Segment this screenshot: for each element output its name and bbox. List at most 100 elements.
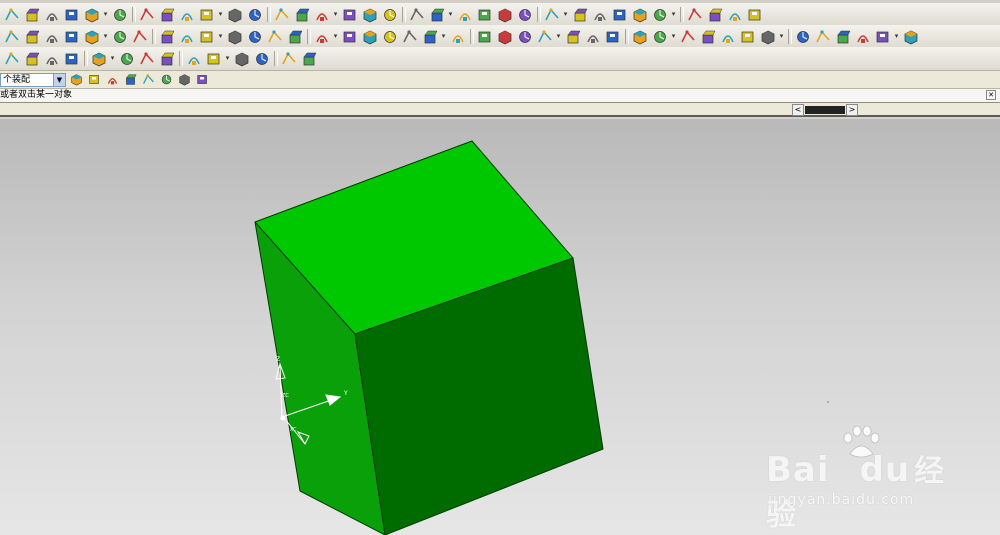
slot-icon[interactable] — [360, 27, 379, 46]
view-trimetric-icon[interactable] — [650, 5, 669, 24]
groove-icon[interactable] — [380, 27, 399, 46]
deselect-icon[interactable] — [158, 72, 174, 88]
chevron-down-icon[interactable]: ▼ — [53, 73, 65, 86]
simplify-icon[interactable] — [738, 27, 757, 46]
view-iso-icon[interactable] — [630, 5, 649, 24]
block-icon[interactable] — [177, 27, 196, 46]
revolve-icon[interactable] — [157, 27, 176, 46]
extract-icon[interactable] — [813, 27, 832, 46]
unite-icon[interactable] — [400, 27, 419, 46]
chevron-down-icon[interactable]: ▾ — [562, 5, 569, 24]
n-sided-icon[interactable] — [117, 49, 136, 68]
thicken-icon[interactable] — [678, 27, 697, 46]
mirror-icon[interactable] — [650, 27, 669, 46]
draft-icon[interactable] — [563, 27, 582, 46]
trim-body-icon[interactable] — [475, 27, 494, 46]
scroll-left-icon[interactable]: < — [792, 104, 804, 116]
close-icon[interactable]: ✕ — [986, 90, 996, 100]
ruled-icon[interactable] — [137, 49, 156, 68]
offset-curve-icon[interactable] — [42, 49, 61, 68]
scroll-right-icon[interactable]: > — [846, 104, 858, 116]
subtract-icon[interactable] — [420, 27, 439, 46]
redo-icon[interactable] — [110, 5, 129, 24]
swept-icon[interactable] — [89, 49, 108, 68]
tube-icon[interactable] — [853, 27, 872, 46]
edges-icon[interactable] — [360, 5, 379, 24]
patch-icon[interactable] — [718, 27, 737, 46]
quadrant-icon[interactable] — [495, 5, 514, 24]
bounded-plane-icon[interactable] — [157, 49, 176, 68]
pocket-icon[interactable] — [312, 27, 331, 46]
snap-face-icon[interactable] — [140, 72, 156, 88]
type-filter-select[interactable]: 个装配 ▼ — [0, 72, 66, 87]
cylinder-icon[interactable] — [197, 27, 216, 46]
move-face-icon[interactable] — [901, 27, 920, 46]
bridge-icon[interactable] — [279, 49, 298, 68]
copy-icon[interactable] — [42, 5, 61, 24]
curve-icon[interactable] — [2, 49, 21, 68]
sphere-icon[interactable] — [245, 27, 264, 46]
styled-icon[interactable] — [299, 49, 318, 68]
chevron-down-icon[interactable]: ▾ — [217, 5, 224, 24]
boss-icon[interactable] — [285, 27, 304, 46]
sew-icon[interactable] — [698, 27, 717, 46]
select-box-icon[interactable] — [176, 72, 192, 88]
shell-icon[interactable] — [535, 27, 554, 46]
rotate-icon[interactable] — [272, 5, 291, 24]
split-icon[interactable] — [793, 27, 812, 46]
measure-distance-icon[interactable] — [515, 5, 534, 24]
arc-icon[interactable] — [110, 27, 129, 46]
point-icon[interactable] — [62, 27, 81, 46]
chevron-down-icon[interactable]: ▾ — [778, 27, 785, 46]
extend-icon[interactable] — [204, 49, 223, 68]
scroll-track[interactable] — [805, 106, 845, 114]
blend-face-icon[interactable] — [252, 49, 271, 68]
snap-point-icon[interactable] — [407, 5, 426, 24]
trim-sheet-icon[interactable] — [184, 49, 203, 68]
chevron-down-icon[interactable]: ▾ — [555, 27, 562, 46]
mini-scrollbar[interactable]: < > — [792, 104, 858, 116]
add-component-icon[interactable] — [86, 72, 102, 88]
save-icon[interactable] — [2, 5, 21, 24]
render-style-icon[interactable] — [312, 5, 331, 24]
chevron-down-icon[interactable]: ▾ — [670, 5, 677, 24]
undo-icon[interactable] — [82, 5, 101, 24]
zoom-icon[interactable] — [225, 5, 244, 24]
chevron-down-icon[interactable]: ▾ — [893, 27, 900, 46]
zoom-box-icon[interactable] — [197, 5, 216, 24]
chevron-down-icon[interactable]: ▾ — [670, 27, 677, 46]
chevron-down-icon[interactable]: ▾ — [217, 27, 224, 46]
through-curves-icon[interactable] — [62, 49, 81, 68]
select-filter-icon[interactable] — [137, 5, 156, 24]
zoom-inout-icon[interactable] — [245, 5, 264, 24]
view-right-icon[interactable] — [610, 5, 629, 24]
replace-icon[interactable] — [873, 27, 892, 46]
chevron-down-icon[interactable]: ▾ — [332, 27, 339, 46]
snap-vertex-icon[interactable] — [104, 72, 120, 88]
pan-icon[interactable] — [292, 5, 311, 24]
wrap-icon[interactable] — [758, 27, 777, 46]
view-back-icon[interactable] — [685, 5, 704, 24]
display-icon[interactable] — [745, 5, 764, 24]
scale-icon[interactable] — [603, 27, 622, 46]
view-front-icon[interactable] — [570, 5, 589, 24]
hole-icon[interactable] — [265, 27, 284, 46]
snap-mid-icon[interactable] — [455, 5, 474, 24]
graphics-window[interactable]: Y Z ZC XC Bai du 经验 jingyan.baidu.com — [0, 119, 1000, 535]
csys-icon[interactable] — [42, 27, 61, 46]
pattern-icon[interactable] — [630, 27, 649, 46]
measure-angle-icon[interactable] — [542, 5, 561, 24]
chevron-down-icon[interactable]: ▾ — [102, 5, 109, 24]
intersect-icon[interactable] — [448, 27, 467, 46]
section-icon[interactable] — [705, 5, 724, 24]
view-top-icon[interactable] — [590, 5, 609, 24]
scene-canvas[interactable]: Y Z ZC XC — [0, 119, 1000, 535]
cone-icon[interactable] — [225, 27, 244, 46]
view-orient-icon[interactable] — [157, 5, 176, 24]
chevron-down-icon[interactable]: ▾ — [447, 5, 454, 24]
law-extension-icon[interactable] — [232, 49, 251, 68]
chevron-down-icon[interactable]: ▾ — [102, 27, 109, 46]
emboss-icon[interactable] — [833, 27, 852, 46]
snap-center-icon[interactable] — [475, 5, 494, 24]
paste-icon[interactable] — [62, 5, 81, 24]
